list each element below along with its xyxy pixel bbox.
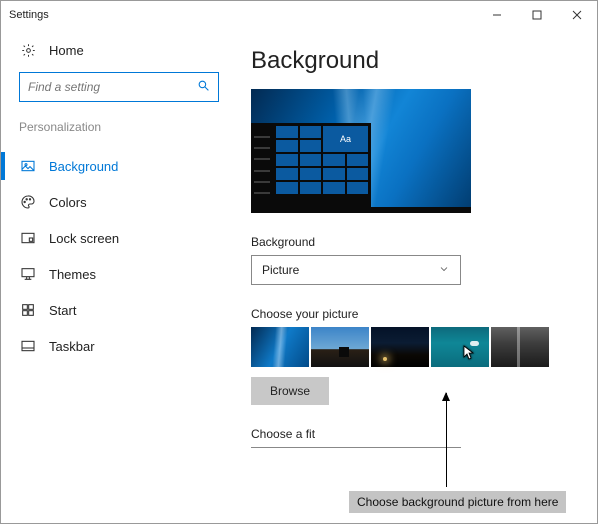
search-icon [197,79,210,95]
choose-picture-label: Choose your picture [251,307,575,321]
palette-icon [19,194,37,210]
picture-icon [19,158,37,174]
fit-select[interactable] [251,447,461,449]
home-label: Home [49,43,84,58]
picture-thumb-3[interactable] [371,327,429,367]
nav-background[interactable]: Background [19,148,221,184]
nav-themes[interactable]: Themes [19,256,221,292]
nav-label: Start [49,303,76,318]
taskbar-icon [19,338,37,354]
home-link[interactable]: Home [19,43,221,58]
page-title: Background [251,47,575,75]
nav-lockscreen[interactable]: Lock screen [19,220,221,256]
picture-thumbnails [251,327,575,367]
nav-start[interactable]: Start [19,292,221,328]
nav-label: Background [49,159,118,174]
nav-label: Taskbar [49,339,95,354]
themes-icon [19,266,37,282]
cursor-icon [463,345,475,361]
picture-thumb-4[interactable] [431,327,489,367]
window-title: Settings [9,9,49,21]
nav-label: Themes [49,267,96,282]
picture-thumb-1[interactable] [251,327,309,367]
start-icon [19,302,37,318]
browse-button[interactable]: Browse [251,377,329,405]
maximize-button[interactable] [517,1,557,29]
background-value: Picture [262,263,299,277]
nav-label: Colors [49,195,87,210]
desktop-preview: Aa [251,89,471,213]
annotation-arrow [446,393,447,487]
fit-label: Choose a fit [251,427,575,441]
minimize-button[interactable] [477,1,517,29]
picture-thumb-5[interactable] [491,327,549,367]
nav-taskbar[interactable]: Taskbar [19,328,221,364]
main-panel: Background Aa Background Picture [231,29,597,523]
section-label: Personalization [19,120,221,134]
annotation-text: Choose background picture from here [349,491,566,513]
titlebar: Settings [1,1,597,29]
gear-icon [19,43,37,58]
picture-thumb-2[interactable] [311,327,369,367]
search-input[interactable] [19,72,219,102]
background-select[interactable]: Picture [251,255,461,285]
sidebar: Home Personalization Background Colors [1,29,231,523]
search-field[interactable] [28,80,197,94]
nav-label: Lock screen [49,231,119,246]
lockscreen-icon [19,230,37,246]
preview-sample-tile: Aa [323,126,368,152]
close-button[interactable] [557,1,597,29]
background-label: Background [251,235,575,249]
chevron-down-icon [438,263,450,278]
nav-colors[interactable]: Colors [19,184,221,220]
